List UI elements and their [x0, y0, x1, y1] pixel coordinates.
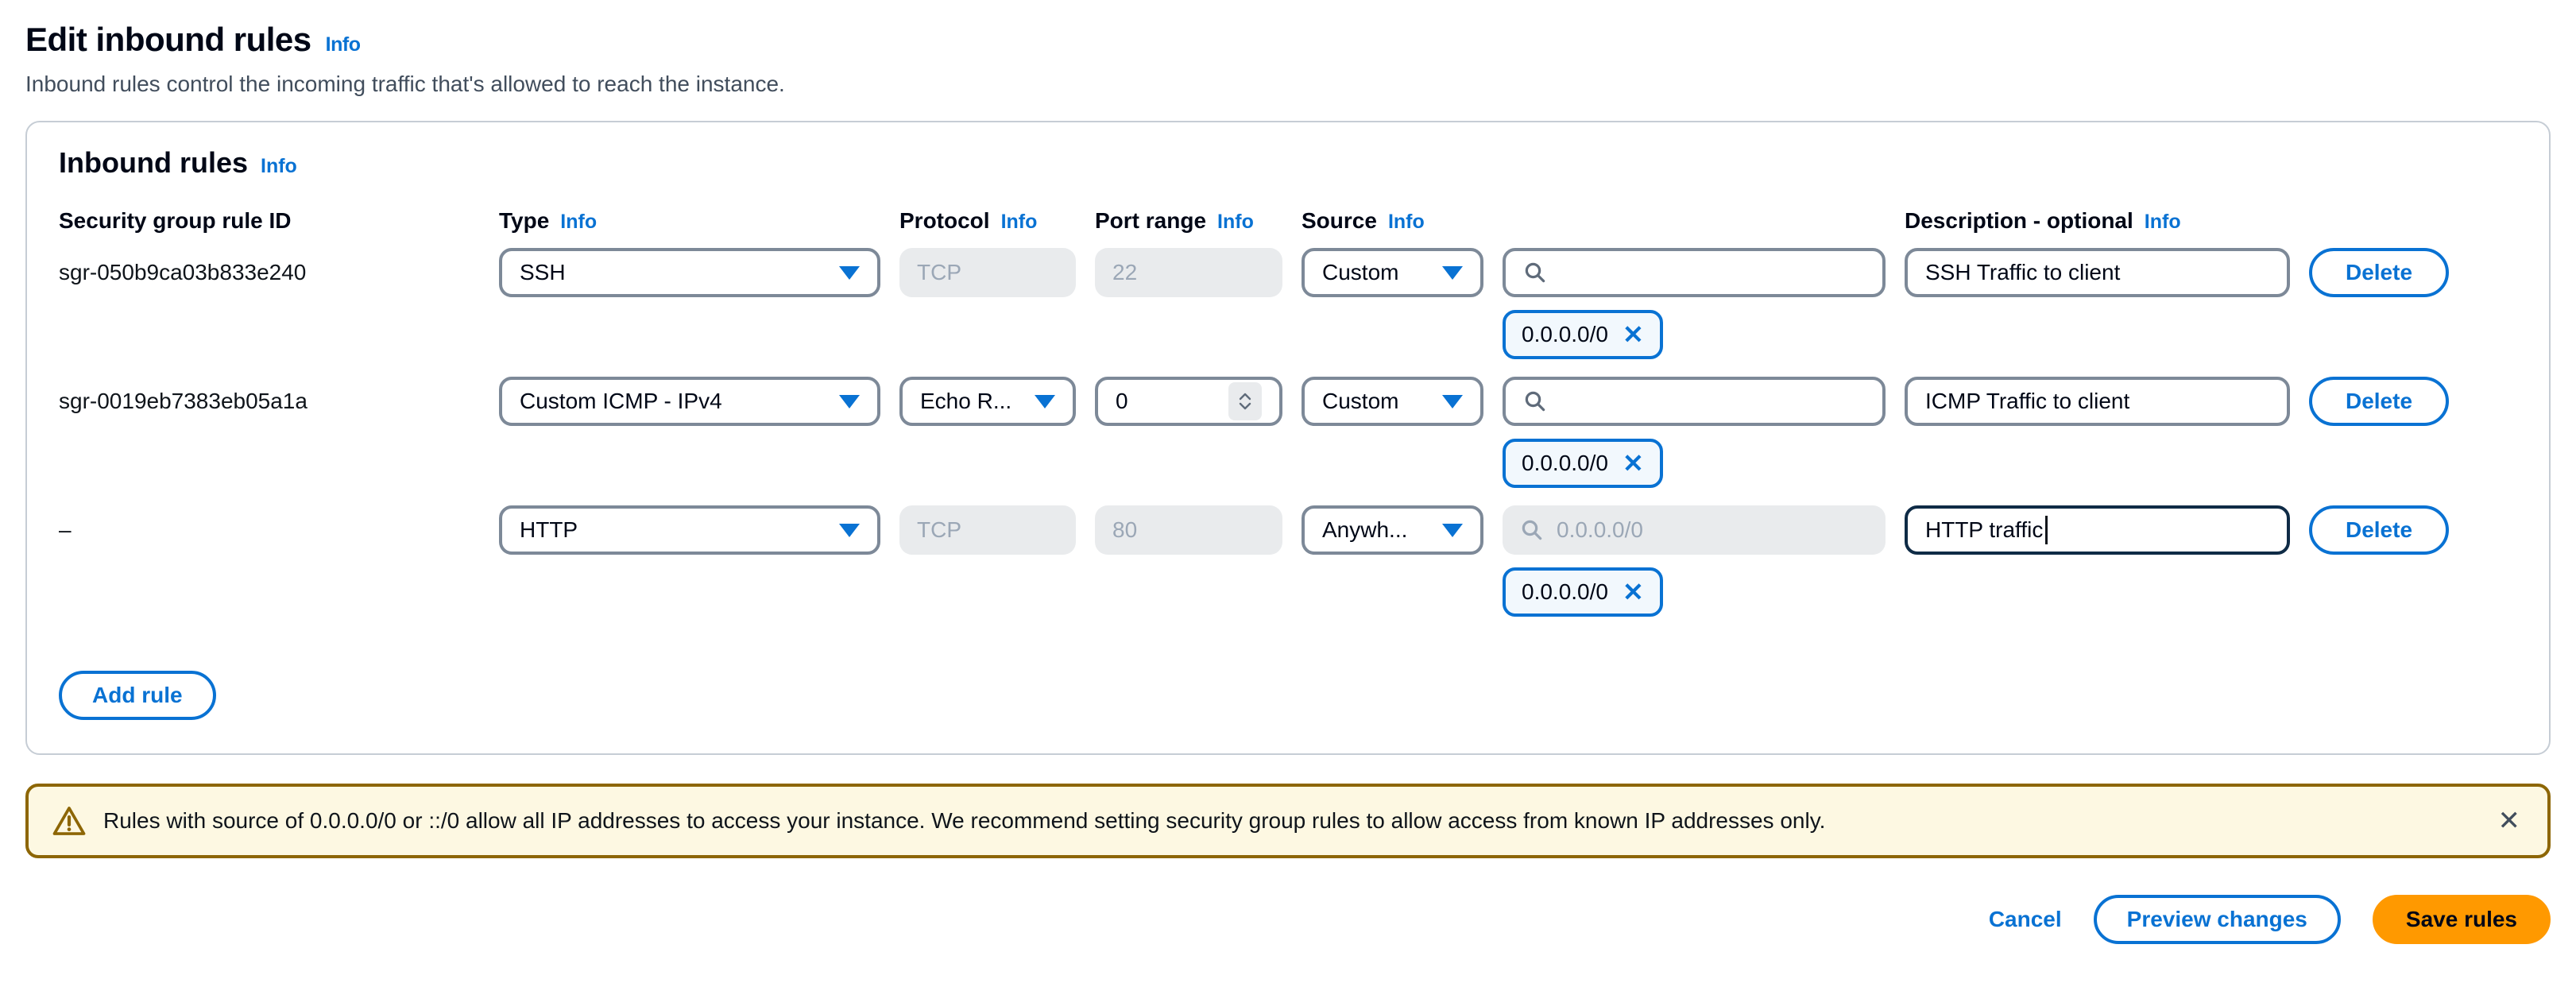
warning-banner: Rules with source of 0.0.0.0/0 or ::/0 a… — [25, 784, 2551, 858]
page-title-text: Edit inbound rules — [25, 21, 311, 59]
col-header-rule-id: Security group rule ID — [59, 208, 480, 234]
rule-row-http: – HTTP TCP 80 Anywh... — [59, 505, 2517, 617]
chevron-down-icon — [1442, 395, 1463, 408]
col-header-port-range: Port range Info — [1095, 208, 1282, 234]
source-mode-select[interactable]: Anywh... — [1302, 505, 1483, 555]
chevron-down-icon — [1035, 395, 1055, 408]
source-cidr-chip: 0.0.0.0/0 ✕ — [1503, 567, 1663, 617]
rule-row-icmp: sgr-0019eb7383eb05a1a Custom ICMP - IPv4… — [59, 377, 2517, 488]
page-subtitle: Inbound rules control the incoming traff… — [25, 72, 2551, 97]
source-search-box-disabled — [1503, 505, 1886, 555]
text-cursor — [2045, 516, 2048, 544]
port-range-field: 80 — [1095, 505, 1282, 555]
type-select[interactable]: SSH — [499, 248, 880, 297]
chevron-down-icon — [839, 524, 860, 537]
col-header-source: Source Info — [1302, 208, 1483, 234]
panel-heading-text: Inbound rules — [59, 146, 248, 180]
protocol-field: TCP — [899, 248, 1076, 297]
source-search-box[interactable] — [1503, 248, 1886, 297]
description-input[interactable] — [1905, 377, 2290, 426]
chevron-down-icon — [1442, 524, 1463, 537]
cancel-button[interactable]: Cancel — [1989, 907, 2062, 932]
source-mode-select[interactable]: Custom — [1302, 377, 1483, 426]
type-select[interactable]: HTTP — [499, 505, 880, 555]
protocol-field: TCP — [899, 505, 1076, 555]
source-mode-select[interactable]: Custom — [1302, 248, 1483, 297]
number-stepper-control[interactable] — [1228, 382, 1262, 420]
rule-id: – — [59, 517, 480, 543]
description-input-focused[interactable]: HTTP traffic — [1905, 505, 2290, 555]
delete-button[interactable]: Delete — [2309, 248, 2449, 297]
stepper-chevrons-icon — [1236, 391, 1254, 412]
remove-chip-icon[interactable]: ✕ — [1623, 579, 1644, 605]
type-info-link[interactable]: Info — [560, 211, 597, 234]
source-search-input — [1557, 517, 1868, 543]
source-cidr-chip: 0.0.0.0/0 ✕ — [1503, 310, 1663, 359]
search-icon — [1523, 261, 1547, 284]
rule-row-ssh: sgr-050b9ca03b833e240 SSH TCP 22 Custom — [59, 248, 2517, 359]
port-range-info-link[interactable]: Info — [1217, 211, 1254, 234]
search-icon — [1520, 518, 1544, 542]
save-rules-button[interactable]: Save rules — [2373, 895, 2551, 944]
column-header-row: Security group rule ID Type Info Protoco… — [59, 208, 2517, 234]
delete-button[interactable]: Delete — [2309, 505, 2449, 555]
remove-chip-icon[interactable]: ✕ — [1623, 322, 1644, 347]
source-search-input[interactable] — [1560, 260, 1865, 285]
source-info-link[interactable]: Info — [1388, 211, 1425, 234]
chevron-down-icon — [839, 266, 860, 280]
inbound-rules-panel: Inbound rules Info Security group rule I… — [25, 121, 2551, 755]
remove-chip-icon[interactable]: ✕ — [1623, 451, 1644, 476]
source-cidr-chip: 0.0.0.0/0 ✕ — [1503, 439, 1663, 488]
port-range-field: 22 — [1095, 248, 1282, 297]
footer-actions: Cancel Preview changes Save rules — [25, 895, 2551, 944]
source-search-input[interactable] — [1560, 389, 1865, 414]
warning-text: Rules with source of 0.0.0.0/0 or ::/0 a… — [103, 808, 2477, 834]
col-header-type: Type Info — [499, 208, 880, 234]
preview-changes-button[interactable]: Preview changes — [2094, 895, 2341, 944]
type-select[interactable]: Custom ICMP - IPv4 — [499, 377, 880, 426]
col-header-protocol: Protocol Info — [899, 208, 1076, 234]
protocol-info-link[interactable]: Info — [1001, 211, 1038, 234]
protocol-select[interactable]: Echo R... — [899, 377, 1076, 426]
warning-triangle-icon — [52, 805, 86, 837]
delete-button[interactable]: Delete — [2309, 377, 2449, 426]
description-input[interactable] — [1905, 248, 2290, 297]
close-icon[interactable]: ✕ — [2495, 804, 2524, 838]
source-search-box[interactable] — [1503, 377, 1886, 426]
rule-id: sgr-050b9ca03b833e240 — [59, 260, 480, 285]
page-title-info-link[interactable]: Info — [326, 33, 361, 56]
port-range-stepper[interactable]: 0 — [1095, 377, 1282, 426]
description-info-link[interactable]: Info — [2145, 211, 2181, 234]
rule-id: sgr-0019eb7383eb05a1a — [59, 389, 480, 414]
chevron-down-icon — [1442, 266, 1463, 280]
add-rule-button[interactable]: Add rule — [59, 671, 216, 720]
col-header-description: Description - optional Info — [1905, 208, 2290, 234]
chevron-down-icon — [839, 395, 860, 408]
panel-heading-info-link[interactable]: Info — [261, 155, 297, 178]
page-title: Edit inbound rules Info — [25, 21, 2551, 59]
search-icon — [1523, 389, 1547, 413]
edit-inbound-rules-page: Edit inbound rules Info Inbound rules co… — [0, 0, 2576, 944]
panel-heading: Inbound rules Info — [59, 146, 2517, 180]
